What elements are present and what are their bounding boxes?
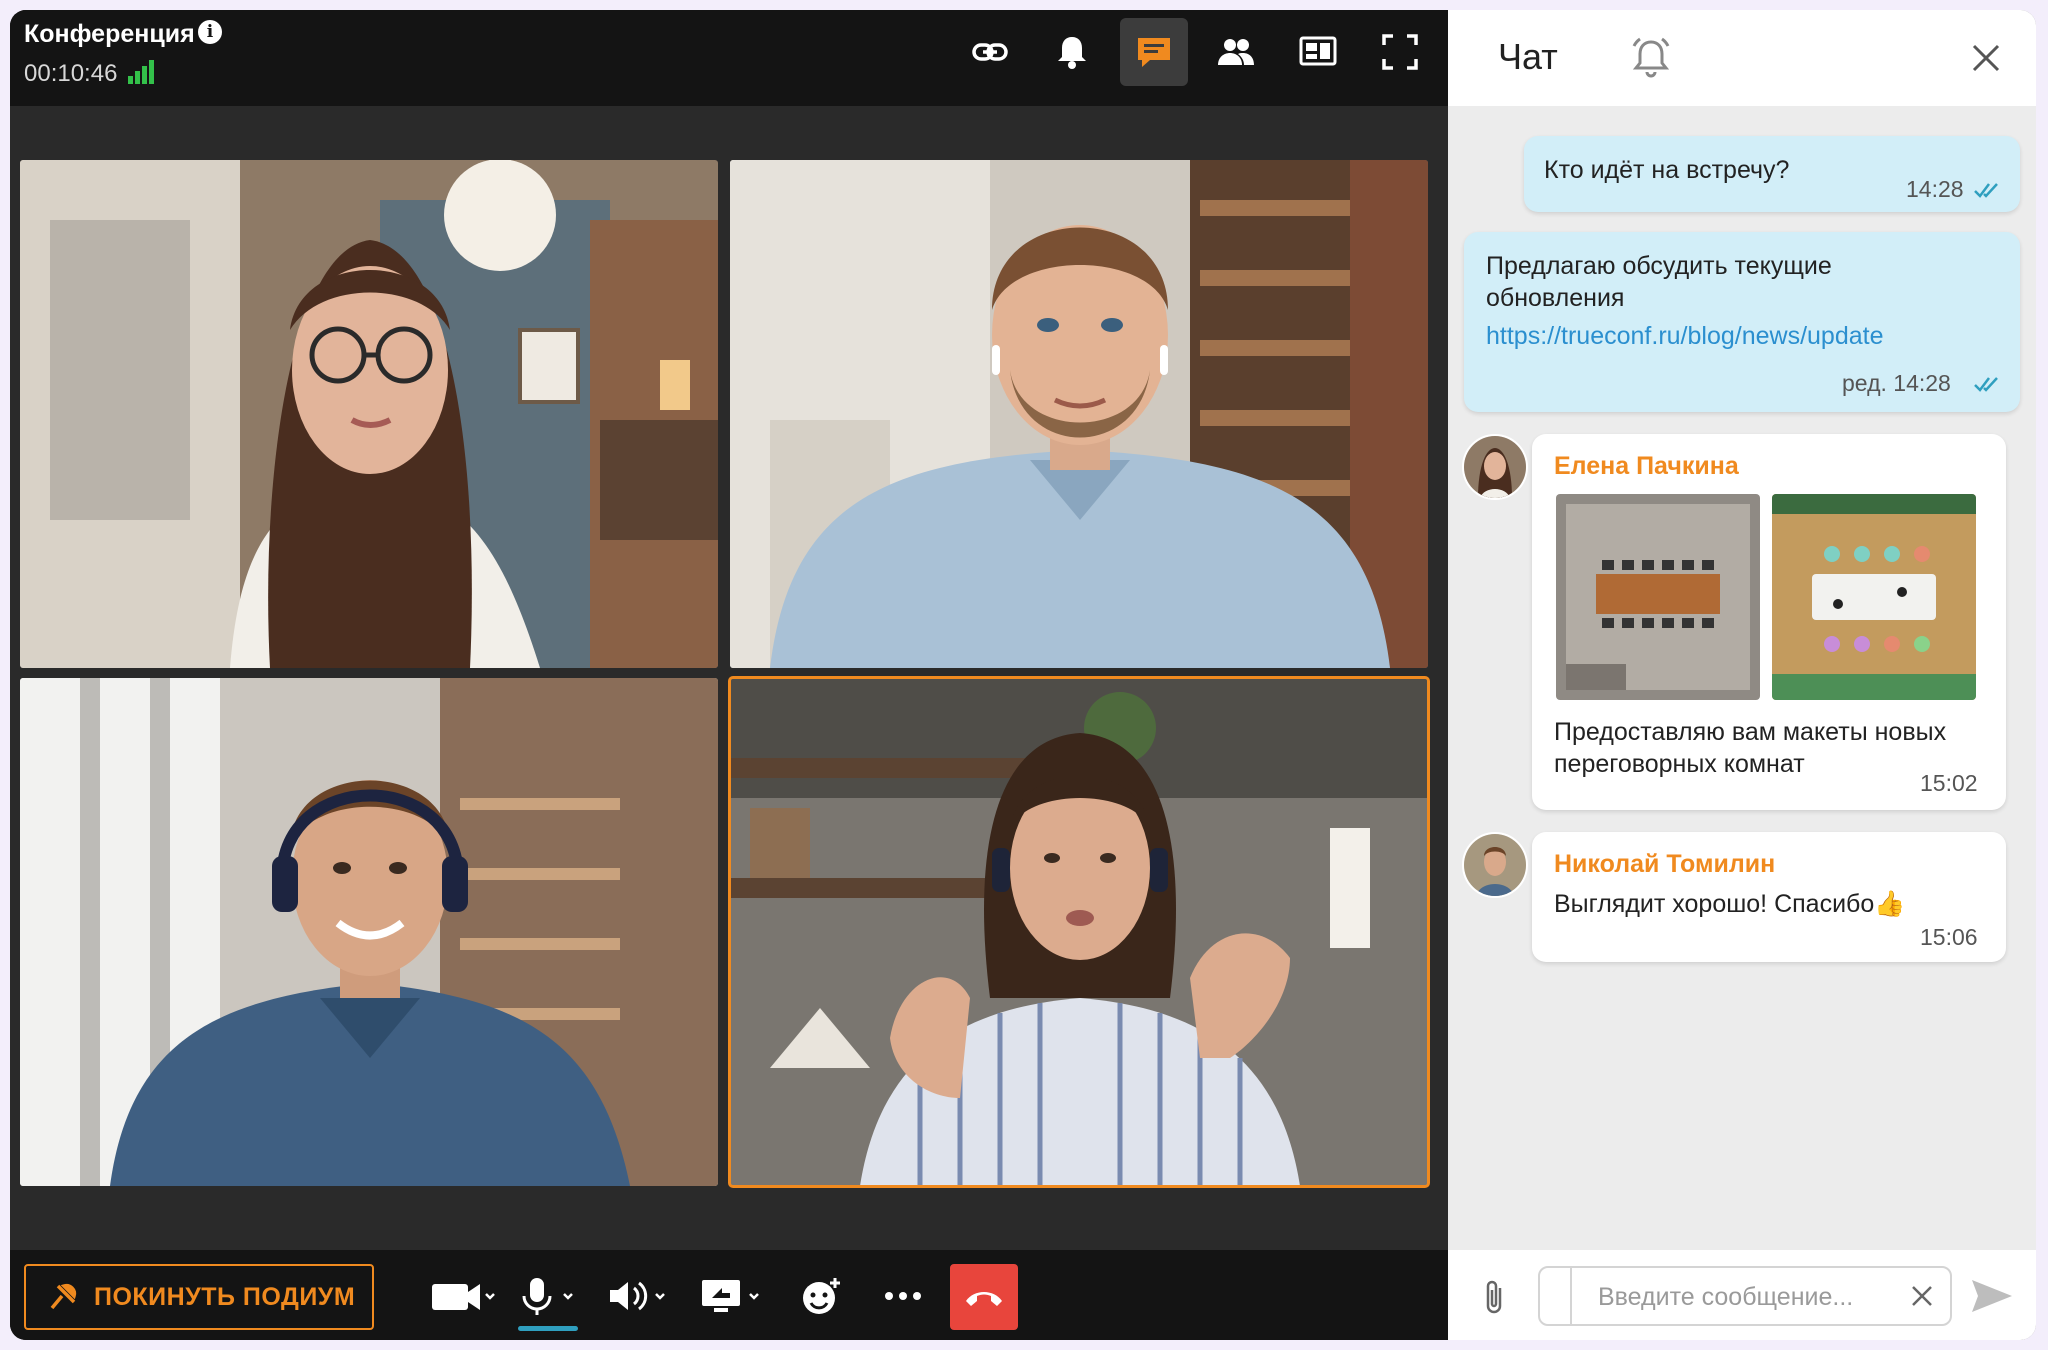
image-attachment[interactable] [1772, 494, 1976, 700]
hangup-icon [966, 1292, 1002, 1306]
chat-notifications-icon[interactable] [1628, 34, 1674, 80]
chat-message-incoming[interactable]: Елена Пачкина Предоставляю вам макеты но… [1532, 434, 2006, 810]
message-text: Выглядит хорошо! Спасибо👍 [1554, 890, 1906, 918]
message-text: Кто идёт на встречу? [1544, 156, 1790, 184]
participant-video-tile-speaking[interactable] [728, 676, 1430, 1188]
participant-video-tile[interactable] [730, 160, 1428, 668]
message-time: 15:06 [1920, 924, 1978, 950]
leave-podium-label: ПОКИНУТЬ ПОДИУМ [94, 1282, 356, 1311]
conference-area: Конференция i 00:10:46 ПОКИНУТЬ ПОДИУМ [10, 10, 1448, 1340]
fullscreen-icon[interactable] [1366, 18, 1434, 86]
conference-controls-bar: ПОКИНУТЬ ПОДИУМ [10, 1250, 1448, 1340]
read-check-icon [1974, 183, 1998, 198]
clear-input-icon[interactable] [1910, 1284, 1934, 1308]
send-icon[interactable] [1970, 1278, 2014, 1314]
participants-icon[interactable] [1202, 18, 1270, 86]
message-sender: Елена Пачкина [1554, 452, 1739, 480]
camera-icon[interactable] [430, 1268, 496, 1324]
attach-file-icon[interactable] [1478, 1278, 1510, 1316]
signal-strength-icon [128, 60, 154, 84]
message-text-line2: обновления [1486, 284, 1625, 312]
info-icon[interactable]: i [198, 20, 222, 44]
input-divider [1570, 1268, 1572, 1324]
chat-title: Чат [1498, 36, 1558, 77]
chat-message-incoming[interactable]: Николай Томилин Выглядит хорошо! Спасибо… [1532, 832, 2006, 962]
message-input-wrapper [1538, 1266, 1952, 1326]
chat-icon[interactable] [1120, 18, 1188, 86]
microphone-icon[interactable] [516, 1268, 582, 1324]
hangup-button[interactable] [950, 1264, 1018, 1330]
content-layout-icon[interactable] [1284, 18, 1352, 86]
avatar[interactable] [1462, 832, 1528, 898]
message-text-line2: переговорных комнат [1554, 750, 1805, 778]
bell-icon[interactable] [1038, 18, 1106, 86]
message-time: 14:28 [1906, 176, 1964, 202]
leave-podium-button[interactable]: ПОКИНУТЬ ПОДИУМ [24, 1264, 374, 1330]
read-check-icon [1974, 377, 1998, 392]
reactions-icon[interactable] [796, 1268, 846, 1324]
avatar[interactable] [1462, 434, 1528, 500]
image-attachment[interactable] [1556, 494, 1760, 700]
chat-header: Чат [1448, 10, 2036, 106]
microphone-level-indicator [518, 1326, 578, 1331]
close-icon[interactable] [1968, 40, 2004, 76]
app-window: Конференция i 00:10:46 ПОКИНУТЬ ПОДИУМ Ч… [10, 10, 2036, 1340]
screen-share-icon[interactable] [700, 1268, 766, 1324]
chat-panel: Чат Кто идёт на встречу? 14:28 Предлагаю… [1448, 10, 2036, 1340]
conference-top-bar: Конференция i 00:10:46 [10, 10, 1448, 106]
message-text-line1: Предлагаю обсудить текущие [1486, 252, 1832, 280]
participant-video-tile[interactable] [20, 160, 718, 668]
speaker-icon[interactable] [608, 1268, 674, 1324]
chat-message-own[interactable]: Предлагаю обсудить текущие обновления ht… [1464, 232, 2020, 412]
message-link[interactable]: https://trueconf.ru/blog/news/update [1486, 320, 1883, 352]
conference-timer: 00:10:46 [24, 60, 118, 87]
more-icon[interactable] [878, 1268, 928, 1324]
chat-message-own[interactable]: Кто идёт на встречу? 14:28 [1524, 136, 2020, 212]
message-time: 15:02 [1920, 770, 1978, 796]
message-time: ред. 14:28 [1842, 370, 1951, 396]
message-text-line1: Предоставляю вам макеты новых [1554, 718, 1947, 746]
message-input[interactable] [1596, 1276, 1890, 1318]
link-icon[interactable] [956, 18, 1024, 86]
leave-podium-icon [50, 1283, 77, 1310]
participant-video-tile[interactable] [20, 678, 718, 1186]
conference-title: Конференция [24, 20, 195, 48]
message-sender: Николай Томилин [1554, 850, 1776, 878]
message-composer [1448, 1250, 2036, 1340]
